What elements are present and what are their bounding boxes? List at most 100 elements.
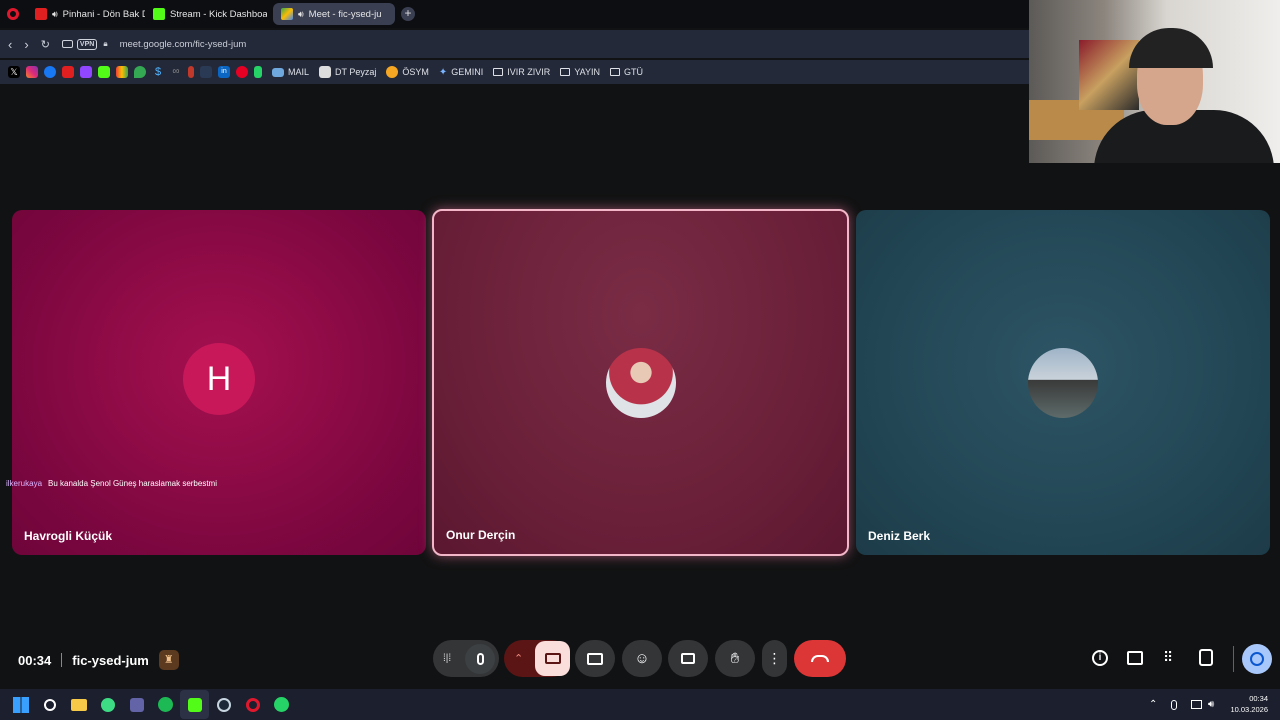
bookmark-gtu[interactable]: GTÜ (610, 67, 643, 77)
maps-icon[interactable] (134, 66, 146, 78)
forward-icon[interactable]: › (24, 37, 28, 52)
avatar: H (183, 343, 255, 416)
tray-date: 10.03.2026 (1230, 705, 1268, 714)
divider (1233, 646, 1234, 672)
microphone-button[interactable] (465, 643, 495, 674)
host-controls-icon[interactable] (1199, 649, 1213, 666)
timer-button[interactable] (1242, 644, 1272, 674)
twitch-icon[interactable] (80, 66, 92, 78)
browser-app-icon[interactable] (93, 690, 122, 719)
vpn-badge[interactable]: VPN (76, 38, 98, 50)
opera-logo-icon[interactable] (7, 8, 19, 20)
kick-icon[interactable] (98, 66, 110, 78)
reactions-button[interactable]: ☺ (622, 640, 662, 677)
bookmark-gemini[interactable]: ✦ GEMINI (439, 67, 483, 78)
dollar-icon[interactable]: $ (152, 66, 164, 78)
new-tab-button[interactable]: + (401, 7, 415, 21)
camera-icon[interactable] (61, 40, 73, 48)
search-icon[interactable] (35, 690, 64, 719)
participant-name: Deniz Berk (868, 529, 931, 543)
pinterest-icon[interactable] (236, 66, 248, 78)
steam-icon[interactable] (209, 690, 238, 719)
participant-tile-havrogli[interactable]: H Havrogli Küçük (12, 210, 426, 555)
folder-icon (493, 68, 504, 76)
kick-icon (153, 8, 165, 20)
spotify-icon[interactable] (151, 690, 180, 719)
tab-kick[interactable]: Stream - Kick Dashboard (145, 3, 267, 25)
bookmark-icon[interactable] (188, 66, 194, 78)
blank-bookmark-icon[interactable] (200, 66, 212, 78)
info-icon[interactable]: i (1092, 650, 1108, 666)
tray-mic-icon[interactable] (1171, 699, 1177, 710)
youtube-icon[interactable] (62, 66, 74, 78)
host-badge-icon[interactable]: ♜ (158, 650, 179, 670)
timer-icon (1250, 652, 1264, 666)
bookmark-osym[interactable]: ÖSYM (386, 66, 429, 78)
tray-volume-icon[interactable]: 🔊︎ (1208, 699, 1214, 710)
osym-icon (386, 66, 399, 78)
opera-gx-icon[interactable] (238, 690, 267, 719)
chat-username: ilkerukaya (6, 479, 43, 488)
meeting-code[interactable]: fic-ysed-jum (72, 653, 149, 668)
microphone-icon (476, 652, 484, 665)
url-field[interactable]: meet.google.com/fic-ysed-jum (120, 39, 247, 50)
meet-icon (281, 8, 293, 20)
bookmark-dt-peyzaj[interactable]: DT Peyzaj (319, 66, 376, 78)
speaker-icon: 🔊︎ (52, 8, 58, 19)
participant-tile-deniz[interactable]: Deniz Berk (856, 210, 1270, 555)
activities-icon[interactable]: ⠿ (1163, 649, 1173, 666)
hand-icon: ✋︎ (730, 650, 740, 667)
kick-app-icon[interactable] (180, 690, 209, 719)
site-icon (319, 66, 332, 78)
audio-levels-icon[interactable]: ⁞|⁞ (443, 653, 451, 664)
leave-call-button[interactable] (794, 640, 846, 677)
tray-clock[interactable]: 00:34 10.03.2026 (1226, 693, 1268, 715)
avatar-photo (1028, 347, 1098, 418)
chat-icon[interactable] (1127, 651, 1143, 665)
webcam-poster (1079, 40, 1139, 110)
linkedin-icon[interactable]: in (218, 66, 230, 78)
meeting-time: 00:34 (18, 652, 52, 668)
camera-off-button[interactable] (535, 641, 570, 676)
tray-chevron-icon[interactable]: ⌃ (1149, 699, 1157, 710)
tray-display-icon[interactable] (1191, 700, 1202, 709)
more-options-button[interactable]: ⋮ (762, 640, 787, 677)
whatsapp-icon[interactable] (267, 690, 296, 719)
bookmark-mail[interactable]: MAIL (272, 67, 309, 77)
divider (61, 653, 63, 667)
participant-name: Onur Derçin (446, 528, 516, 542)
back-icon[interactable]: ‹ (8, 37, 12, 52)
present-button[interactable] (575, 640, 615, 677)
x-icon[interactable]: 𝕏 (8, 66, 20, 78)
captions-icon (681, 653, 695, 664)
bookmark-yayin[interactable]: YAYIN (560, 67, 600, 77)
webcam-headphones (1129, 28, 1213, 68)
stream-chat-message: ilkerukaya Bu kanalda Şenol Güneş harasl… (6, 479, 217, 488)
participant-tile-onur[interactable]: Onur Derçin (432, 209, 849, 556)
bookmarks-bar: 𝕏 $ ∞ in MAIL DT Peyzaj ÖSYM ✦ GEMINI IVI… (0, 60, 1030, 84)
bookmark-ivir-zivir[interactable]: IVIR ZIVIR (493, 67, 550, 77)
webcam-overlay (1029, 0, 1280, 163)
captions-button[interactable] (668, 640, 708, 677)
windows-taskbar: ⌃ 🔊︎ 00:34 10.03.2026 (0, 689, 1280, 720)
instagram-icon[interactable] (26, 66, 38, 78)
tray-time: 00:34 (1249, 694, 1268, 703)
lock-icon[interactable]: 🔒︎ (103, 39, 107, 49)
windows-start-icon[interactable] (6, 690, 35, 719)
avatar-photo (605, 347, 676, 418)
phone-icon[interactable] (254, 66, 262, 78)
facebook-icon[interactable] (44, 66, 56, 78)
tab-pinhani[interactable]: 🔊︎ Pinhani - Dön Bak Dün (27, 3, 145, 25)
teams-icon[interactable] (122, 690, 151, 719)
gmail-icon[interactable] (116, 66, 128, 78)
raise-hand-button[interactable]: ✋︎ (715, 640, 755, 677)
camera-options-button[interactable]: ⌃ (514, 652, 523, 665)
file-explorer-icon[interactable] (64, 690, 93, 719)
tab-meet[interactable]: 🔊︎ Meet - fic-ysed-ju (273, 3, 395, 25)
link-icon[interactable]: ∞ (170, 66, 182, 78)
gemini-icon: ✦ (438, 66, 448, 78)
more-vert-icon: ⋮ (767, 650, 782, 666)
address-bar: ‹ › ↻ VPN 🔒︎ meet.google.com/fic-ysed-ju… (0, 30, 1030, 58)
reload-icon[interactable]: ↻ (41, 38, 50, 51)
present-screen-icon (587, 652, 603, 665)
